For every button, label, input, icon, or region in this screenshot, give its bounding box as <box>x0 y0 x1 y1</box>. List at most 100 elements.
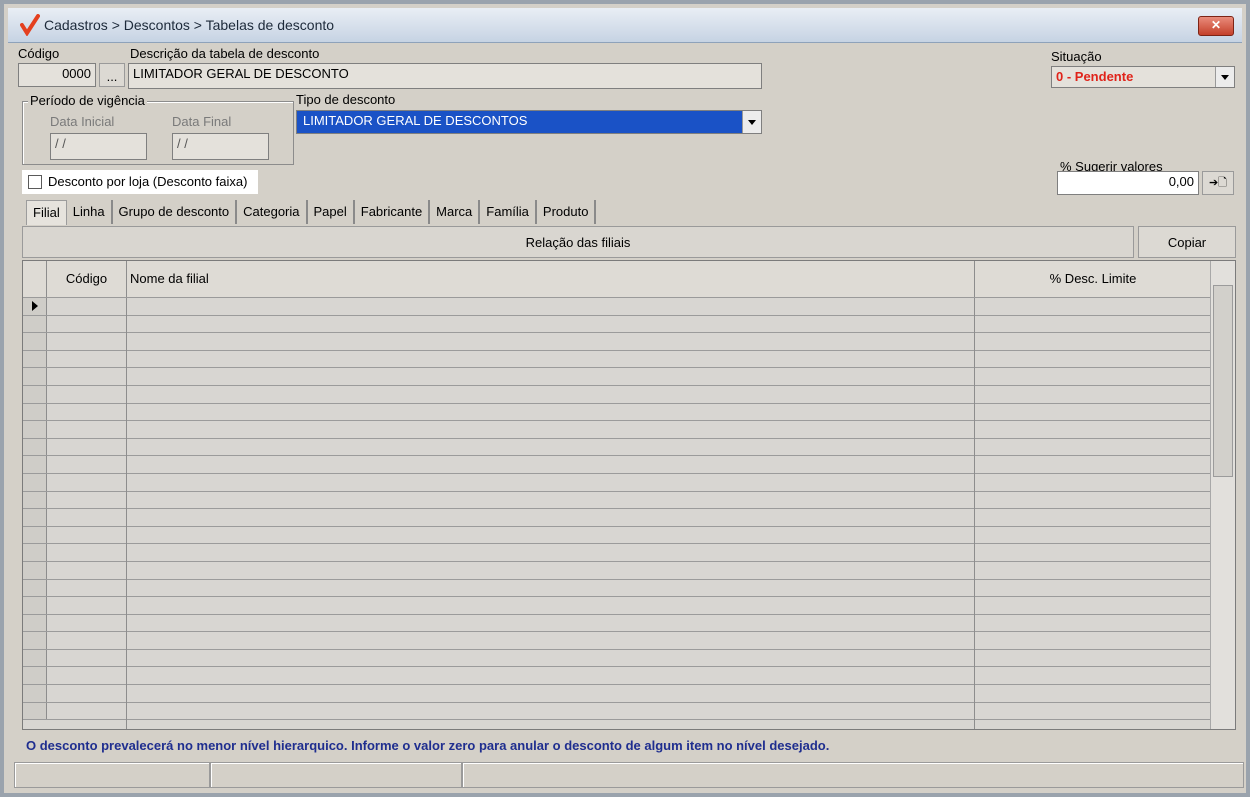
table-row[interactable] <box>23 685 1211 703</box>
desconto-por-loja-checkbox[interactable] <box>28 175 42 189</box>
table-row[interactable] <box>23 614 1211 633</box>
info-message: O desconto prevalecerá no menor nível hi… <box>26 738 830 753</box>
relacao-title: Relação das filiais <box>22 226 1134 258</box>
table-row[interactable] <box>23 649 1211 668</box>
table-row[interactable] <box>23 526 1211 545</box>
close-button[interactable]: ✕ <box>1198 16 1234 36</box>
desconto-por-loja-label: Desconto por loja (Desconto faixa) <box>48 174 248 189</box>
tipo-label: Tipo de desconto <box>296 92 396 107</box>
grid-divider <box>974 298 975 729</box>
filiais-grid[interactable]: Código Nome da filial % Desc. Limite <box>22 260 1236 730</box>
row-indicator[interactable] <box>23 597 47 614</box>
situacao-dropdown-arrow[interactable] <box>1215 67 1234 87</box>
row-indicator[interactable] <box>23 438 47 456</box>
table-row[interactable] <box>23 597 1211 615</box>
main-window: Cadastros > Descontos > Tabelas de desco… <box>0 0 1250 797</box>
tab-categoria[interactable]: Categoria <box>237 200 308 224</box>
copiar-button[interactable]: Copiar <box>1138 226 1236 258</box>
table-row[interactable] <box>23 350 1211 369</box>
table-row[interactable] <box>23 456 1211 474</box>
window-title: Cadastros > Descontos > Tabelas de desco… <box>44 17 335 33</box>
table-row[interactable] <box>23 561 1211 580</box>
row-indicator[interactable] <box>23 333 47 350</box>
tipo-dropdown-arrow[interactable] <box>742 111 761 133</box>
data-final-field[interactable]: / / <box>172 133 269 160</box>
table-row[interactable] <box>23 473 1211 492</box>
status-bar <box>14 762 1244 788</box>
data-inicial-label: Data Inicial <box>50 114 115 129</box>
table-row[interactable] <box>23 403 1211 422</box>
table-row[interactable] <box>23 368 1211 386</box>
tab-linha[interactable]: Linha <box>67 200 113 224</box>
row-indicator[interactable] <box>23 649 47 667</box>
table-row[interactable] <box>23 667 1211 686</box>
table-row[interactable] <box>23 438 1211 457</box>
tab-grupo-de-desconto[interactable]: Grupo de desconto <box>113 200 238 224</box>
table-row[interactable] <box>23 702 1211 721</box>
vertical-scrollbar[interactable] <box>1210 261 1235 729</box>
table-row[interactable] <box>23 421 1211 439</box>
chevron-down-icon <box>1221 74 1229 80</box>
table-row[interactable] <box>23 385 1211 404</box>
row-indicator[interactable] <box>23 403 47 421</box>
row-indicator[interactable] <box>23 509 47 526</box>
tipo-select[interactable]: LIMITADOR GERAL DE DESCONTOS <box>296 110 762 134</box>
column-header-codigo[interactable]: Código <box>47 261 127 297</box>
row-indicator[interactable] <box>23 579 47 597</box>
current-row-arrow-icon <box>32 301 38 311</box>
table-row[interactable] <box>23 298 1211 316</box>
table-row[interactable] <box>23 579 1211 598</box>
row-indicator[interactable] <box>23 456 47 473</box>
tab-strip: Filial Linha Grupo de desconto Categoria… <box>26 200 597 225</box>
data-inicial-field[interactable]: / / <box>50 133 147 160</box>
grid-header: Código Nome da filial % Desc. Limite <box>23 261 1211 298</box>
row-indicator[interactable] <box>23 685 47 702</box>
table-row[interactable] <box>23 632 1211 650</box>
row-indicator[interactable] <box>23 561 47 579</box>
row-indicator[interactable] <box>23 298 47 315</box>
grid-rows <box>23 298 1211 721</box>
tab-familia[interactable]: Família <box>480 200 537 224</box>
situacao-value: 0 - Pendente <box>1056 69 1134 84</box>
chevron-down-icon <box>748 119 756 125</box>
tab-papel[interactable]: Papel <box>308 200 355 224</box>
tab-produto[interactable]: Produto <box>537 200 597 224</box>
table-row[interactable] <box>23 544 1211 562</box>
apply-sugerir-button[interactable]: ➔🗋 <box>1202 171 1234 195</box>
descricao-field[interactable]: LIMITADOR GERAL DE DESCONTO <box>128 63 762 89</box>
arrow-document-icon: ➔🗋 <box>1208 177 1228 189</box>
status-cell <box>462 762 1244 788</box>
desconto-por-loja-checkbox-row[interactable]: Desconto por loja (Desconto faixa) <box>22 170 258 194</box>
column-header-nome-filial[interactable]: Nome da filial <box>127 261 975 297</box>
tab-marca[interactable]: Marca <box>430 200 481 224</box>
codigo-field[interactable]: 0000 <box>18 63 96 87</box>
tab-filial[interactable]: Filial <box>26 200 67 225</box>
column-header-desc-limite[interactable]: % Desc. Limite <box>975 261 1211 297</box>
tab-fabricante[interactable]: Fabricante <box>355 200 431 224</box>
scrollbar-thumb[interactable] <box>1213 285 1233 477</box>
codigo-lookup-button[interactable]: ... <box>99 63 125 87</box>
checkmark-logo-icon <box>20 14 40 36</box>
row-indicator[interactable] <box>23 491 47 509</box>
descricao-label: Descrição da tabela de desconto <box>130 46 320 61</box>
sugerir-field[interactable]: 0,00 <box>1057 171 1199 195</box>
row-indicator[interactable] <box>23 544 47 561</box>
row-indicator[interactable] <box>23 473 47 491</box>
row-indicator[interactable] <box>23 526 47 544</box>
situacao-select[interactable]: 0 - Pendente <box>1051 66 1235 88</box>
table-row[interactable] <box>23 509 1211 527</box>
periodo-title: Período de vigência <box>28 93 147 108</box>
row-indicator[interactable] <box>23 385 47 403</box>
row-indicator[interactable] <box>23 350 47 368</box>
title-bar[interactable]: Cadastros > Descontos > Tabelas de desco… <box>8 8 1242 43</box>
row-indicator[interactable] <box>23 368 47 385</box>
row-indicator[interactable] <box>23 667 47 685</box>
row-indicator[interactable] <box>23 614 47 632</box>
row-indicator[interactable] <box>23 632 47 649</box>
row-indicator[interactable] <box>23 315 47 333</box>
table-row[interactable] <box>23 333 1211 351</box>
row-indicator[interactable] <box>23 421 47 438</box>
row-indicator[interactable] <box>23 702 47 720</box>
table-row[interactable] <box>23 491 1211 510</box>
table-row[interactable] <box>23 315 1211 334</box>
